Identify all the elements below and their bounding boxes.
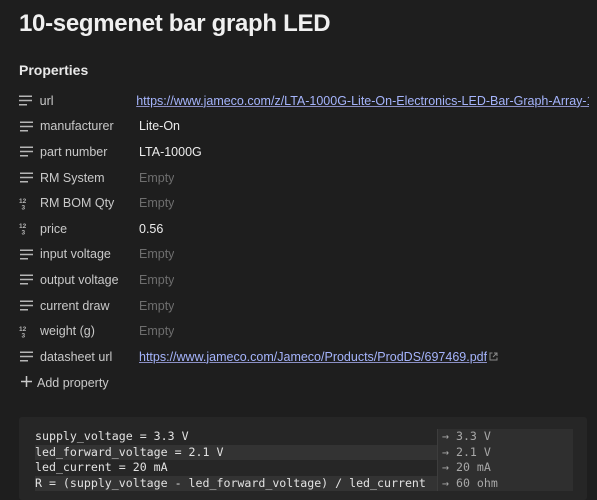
code-expression: led_forward_voltage = 2.1 V [35,444,224,459]
property-value[interactable]: 0.56 [139,222,163,236]
property-name: input voltage [40,247,111,262]
datasheet-url-link[interactable]: https://www.jameco.com/Jameco/Products/P… [139,350,487,364]
code-expression: supply_voltage = 3.3 V [35,429,189,443]
property-row-weight[interactable]: 12 3 weight (g) Empty [19,318,589,344]
text-lines-icon [19,145,33,159]
add-property-label: Add property [37,376,109,390]
svg-text:3: 3 [22,204,26,210]
plus-icon [21,376,32,390]
code-line[interactable]: led_forward_voltage = 2.1 V → 2.1 V [35,444,573,460]
property-name: RM System [40,170,105,185]
code-result: → 3.3 V [437,429,573,445]
number-icon: 12 3 [19,196,33,210]
property-name: output voltage [40,272,119,287]
property-name: part number [40,144,108,159]
property-row-manufacturer[interactable]: manufacturer Lite-On [19,114,589,140]
code-lines: supply_voltage = 3.3 V → 3.3 V led_forwa… [35,429,573,491]
property-name: weight (g) [40,324,95,339]
number-icon: 12 3 [19,222,33,236]
property-name: datasheet url [40,349,113,364]
property-row-output-voltage[interactable]: output voltage Empty [19,267,589,293]
property-row-price[interactable]: 12 3 price 0.56 [19,216,589,242]
text-lines-icon [19,273,33,287]
property-name: manufacturer [40,119,114,134]
property-name: price [40,221,68,236]
code-line[interactable]: led_current = 20 mA → 20 mA [35,460,573,476]
property-value-empty[interactable]: Empty [139,324,174,338]
code-result: → 20 mA [437,460,573,476]
property-value-empty[interactable]: Empty [139,273,174,287]
property-row-input-voltage[interactable]: input voltage Empty [19,242,589,268]
property-row-datasheet-url[interactable]: datasheet url https://www.jameco.com/Jam… [19,344,589,370]
code-block[interactable]: supply_voltage = 3.3 V → 3.3 V led_forwa… [19,417,587,500]
code-line[interactable]: supply_voltage = 3.3 V → 3.3 V [35,429,573,445]
property-row-rm-bom-qty[interactable]: 12 3 RM BOM Qty Empty [19,190,589,216]
text-lines-icon [19,94,33,108]
code-line[interactable]: R = (supply_voltage - led_forward_voltag… [35,475,573,491]
svg-text:3: 3 [22,332,26,338]
text-lines-icon [19,171,33,185]
property-value-empty[interactable]: Empty [139,299,174,313]
property-row-part-number[interactable]: part number LTA-1000G [19,139,589,165]
text-lines-icon [19,350,33,364]
property-value-empty[interactable]: Empty [139,171,174,185]
property-value-empty[interactable]: Empty [139,247,174,261]
text-lines-icon [19,299,33,313]
svg-text:3: 3 [22,230,26,236]
property-value[interactable]: LTA-1000G [139,145,202,159]
properties-heading: Properties [19,62,89,78]
text-lines-icon [19,247,33,261]
page-title[interactable]: 10-segmenet bar graph LED [19,10,331,38]
note-page: 10-segmenet bar graph LED Properties url… [0,0,597,500]
code-result: → 2.1 V [437,444,573,460]
property-name: current draw [40,298,110,313]
external-link-icon[interactable] [489,350,498,364]
code-expression: led_current = 20 mA [35,460,168,474]
number-icon: 12 3 [19,324,33,338]
add-property-button[interactable]: Add property [21,376,109,390]
url-link[interactable]: https://www.jameco.com/z/LTA-1000G-Lite-… [136,94,589,108]
property-value[interactable]: Lite-On [139,119,180,133]
property-value-empty[interactable]: Empty [139,196,174,210]
code-result: → 60 ohm [437,475,573,491]
code-expression: R = (supply_voltage - led_forward_voltag… [35,475,426,490]
property-name: RM BOM Qty [40,196,115,211]
property-name: url [39,93,54,108]
property-row-url[interactable]: url https://www.jameco.com/z/LTA-1000G-L… [19,88,589,114]
text-lines-icon [19,119,33,133]
property-row-current-draw[interactable]: current draw Empty [19,293,589,319]
property-row-rm-system[interactable]: RM System Empty [19,165,589,191]
properties-list: url https://www.jameco.com/z/LTA-1000G-L… [19,88,589,370]
